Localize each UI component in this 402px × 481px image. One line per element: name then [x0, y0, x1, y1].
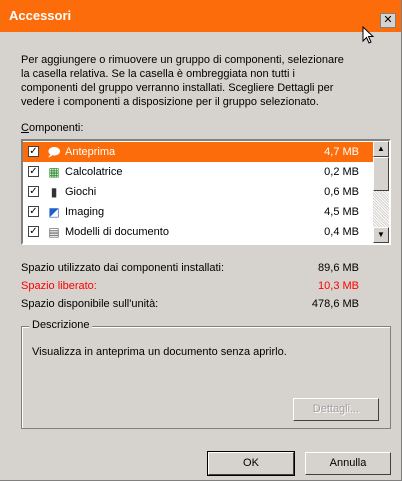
description-title: Descrizione	[29, 319, 93, 331]
cancel-button[interactable]: Annulla	[305, 452, 391, 475]
used-space-label: Spazio utilizzato dai componenti install…	[21, 262, 225, 274]
details-button[interactable]: Dettagli...	[293, 398, 379, 421]
checkbox[interactable]: ✓	[28, 226, 39, 237]
component-size: 4,7 MB	[324, 146, 359, 158]
preview-icon: 🗩	[47, 145, 61, 159]
checkbox[interactable]: ✓	[28, 146, 39, 157]
list-item[interactable]: ✓ 🗩 Anteprima 4,7 MB	[23, 142, 373, 162]
component-size: 4,5 MB	[324, 206, 359, 218]
accessori-dialog: Accessori ✕ Per aggiungere o rimuovere u…	[0, 0, 402, 481]
scroll-up-button[interactable]: ▲	[373, 141, 389, 157]
list-item[interactable]: ✓ ◩ Imaging 4,5 MB	[23, 202, 373, 222]
components-listbox[interactable]: ✓ 🗩 Anteprima 4,7 MB ✓ ▦ Calcolatrice 0,…	[21, 139, 391, 245]
component-size: 0,6 MB	[324, 186, 359, 198]
freed-space-label: Spazio liberato:	[21, 280, 97, 292]
available-space-row: Spazio disponibile sull'unità: 478,6 MB	[21, 298, 359, 310]
intro-text: Per aggiungere o rimuovere un gruppo di …	[21, 54, 344, 108]
vertical-scrollbar[interactable]: ▲ ▼	[373, 141, 389, 243]
mouse-cursor-icon	[362, 26, 375, 44]
list-item[interactable]: ✓ ▤ Modelli di documento 0,4 MB	[23, 222, 373, 242]
list-item[interactable]: ✓ ▮ Giochi 0,6 MB	[23, 182, 373, 202]
document-templates-icon: ▤	[48, 225, 60, 239]
available-space-label: Spazio disponibile sull'unità:	[21, 298, 159, 310]
component-size: 0,4 MB	[324, 226, 359, 238]
games-icon: ▮	[50, 185, 58, 199]
description-text: Visualizza in anteprima un documento sen…	[32, 346, 287, 358]
window-title: Accessori	[9, 8, 72, 23]
scroll-down-button[interactable]: ▼	[373, 227, 389, 243]
component-name: Modelli di documento	[65, 226, 169, 238]
freed-space-row: Spazio liberato: 10,3 MB	[21, 280, 359, 292]
title-bar[interactable]: Accessori	[0, 0, 401, 32]
used-space-row: Spazio utilizzato dai componenti install…	[21, 262, 359, 274]
scroll-thumb[interactable]	[373, 157, 389, 191]
ok-button[interactable]: OK	[207, 451, 295, 476]
component-name: Calcolatrice	[65, 166, 123, 178]
available-space-value: 478,6 MB	[311, 298, 359, 310]
scroll-track[interactable]	[373, 191, 389, 227]
component-name: Anteprima	[65, 146, 116, 158]
component-name: Giochi	[65, 186, 97, 198]
component-name: Imaging	[65, 206, 105, 218]
close-button[interactable]: ✕	[380, 13, 396, 28]
checkbox[interactable]: ✓	[28, 206, 39, 217]
list-item[interactable]: ✓ ▦ Calcolatrice 0,2 MB	[23, 162, 373, 182]
used-space-value: 89,6 MB	[318, 262, 359, 274]
component-size: 0,2 MB	[324, 166, 359, 178]
freed-space-value: 10,3 MB	[318, 280, 359, 292]
checkbox[interactable]: ✓	[28, 186, 39, 197]
imaging-icon: ◩	[48, 205, 60, 219]
components-label: Componenti:	[21, 122, 84, 134]
checkbox[interactable]: ✓	[28, 166, 39, 177]
calculator-icon: ▦	[48, 165, 60, 179]
